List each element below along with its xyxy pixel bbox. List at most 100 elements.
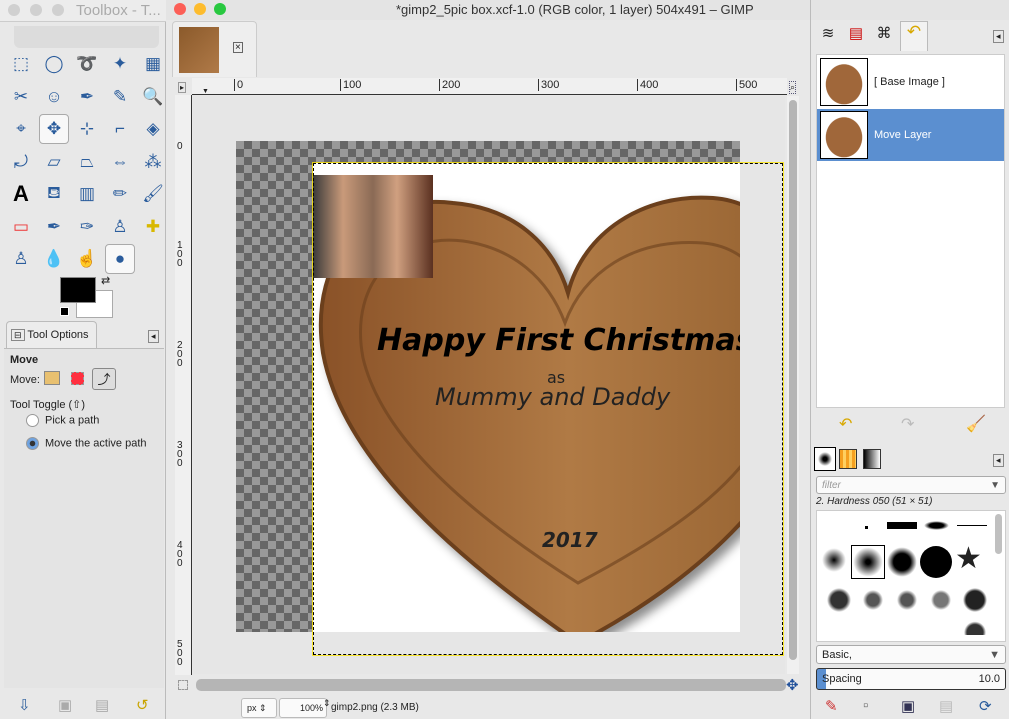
swap-colors-icon[interactable]: ⇄ [101, 274, 110, 287]
tab-tool-options[interactable]: ⊟ Tool Options [6, 321, 97, 349]
tool-paths[interactable]: ✒ [72, 82, 102, 112]
tool-perspective[interactable]: ⏢ [72, 147, 102, 177]
tool-heal[interactable]: ✚ [138, 212, 168, 242]
move-layer-icon[interactable] [44, 371, 60, 385]
history-item[interactable]: [ Base Image ] [817, 55, 1004, 109]
tool-text[interactable]: A [6, 179, 36, 209]
undo-button[interactable]: ↶ [839, 414, 852, 434]
tool-scissors[interactable]: ✂ [6, 82, 36, 112]
tab-undo-history[interactable]: ↶ [900, 21, 928, 51]
clear-history-button[interactable]: 🧹 [966, 414, 986, 434]
spacing-spinner[interactable]: Spacing 10.0 [816, 668, 1006, 690]
new-brush-icon[interactable]: ▫ [863, 697, 868, 714]
tool-paintbrush[interactable]: 🖌 [138, 179, 168, 209]
brush-tag-select[interactable]: Basic, ▼ [816, 645, 1006, 664]
default-colors-icon[interactable] [60, 307, 69, 316]
move-path-icon[interactable]: ⤴ [92, 368, 116, 390]
minimize-button[interactable] [194, 3, 206, 15]
tab-brushes[interactable] [814, 447, 836, 471]
toolbox-title: Toolbox - T... [76, 2, 161, 19]
tool-align[interactable]: ⊹ [72, 114, 102, 144]
tool-crop[interactable]: ⌐ [105, 114, 135, 144]
image-thumbnail [179, 27, 219, 73]
tool-airbrush[interactable]: ✒ [39, 212, 69, 242]
reset-tool-options-icon[interactable]: ↺ [136, 696, 149, 714]
toggle-quick-mask-icon[interactable] [178, 680, 188, 690]
navigate-icon[interactable]: ✥ [786, 676, 799, 694]
zoom-to-window-icon[interactable]: ⌕ [789, 81, 797, 94]
tab-channels[interactable]: ▤ [843, 24, 869, 50]
option-label: Pick a path [45, 414, 100, 427]
tab-paths[interactable]: ⌘ [871, 24, 897, 50]
tool-shear[interactable]: ▱ [39, 147, 69, 177]
tool-measure[interactable]: ⌖ [6, 114, 36, 144]
tool-blur[interactable]: 💧 [39, 244, 69, 274]
move-selection-icon[interactable] [71, 372, 84, 385]
filter-placeholder: filter [822, 480, 841, 491]
toolbox-window: Toolbox - T... ⬚ ◯ ➰ ✦ ▦ ✂ ☺ ✒ ✎ 🔍 ⌖ ✥ ⊹ ⌐ ◈ ⤾ ▱ ⏢ ⇔ ⁂ A ⛾ ▥ ✏ 🖌… [0, 0, 166, 719]
tool-blend[interactable]: ▥ [72, 179, 102, 209]
tool-fuzzy-select[interactable]: ✦ [105, 49, 135, 79]
zoom-value: 100% [299, 703, 323, 713]
tool-move[interactable]: ✥ [39, 114, 69, 144]
brush-grid[interactable]: ★ [816, 510, 1006, 642]
panel-menu-button[interactable]: ◂ [993, 454, 1004, 467]
tab-patterns[interactable] [839, 449, 857, 469]
ruler-label: 300 [177, 440, 183, 469]
tool-foreground-select[interactable]: ☺ [39, 82, 69, 112]
tool-bucket-fill[interactable]: ⛾ [39, 179, 69, 209]
radio-move-active-path[interactable]: Move the active path [26, 437, 147, 450]
close-button[interactable] [174, 3, 186, 15]
brush-filter-input[interactable]: filter ▼ [816, 476, 1006, 494]
duplicate-brush-icon[interactable]: ▣ [901, 697, 915, 715]
vertical-scrollbar[interactable] [787, 96, 799, 674]
tab-gradients[interactable] [863, 449, 881, 469]
tool-pencil[interactable]: ✏ [105, 179, 135, 209]
tool-rect-select[interactable]: ⬚ [6, 49, 36, 79]
panel-menu-button[interactable]: ◂ [148, 330, 159, 343]
zoom-spinner[interactable]: ⇕ [323, 698, 331, 709]
edit-brush-icon[interactable]: ✎ [825, 697, 838, 715]
canvas[interactable]: Happy First Christmas as Mummy and Daddy… [193, 96, 785, 674]
tool-clone[interactable]: ♙ [105, 212, 135, 242]
quick-mask-button[interactable]: ▸ [178, 82, 187, 93]
tool-cage-transform[interactable]: ⁂ [138, 147, 168, 177]
horizontal-scrollbar[interactable] [196, 679, 786, 691]
tool-eraser[interactable]: ▭ [6, 212, 36, 242]
image-tab[interactable]: × [172, 21, 257, 77]
history-item-selected[interactable]: Move Layer [817, 109, 1004, 161]
option-label: Move the active path [45, 437, 147, 450]
unit-select[interactable]: px ⇕ [241, 698, 277, 718]
tool-free-select[interactable]: ➰ [72, 49, 102, 79]
unit-value: px [247, 703, 257, 713]
radio-pick-a-path[interactable]: Pick a path [26, 414, 99, 427]
refresh-brushes-icon[interactable]: ⟳ [979, 697, 992, 715]
close-tab-icon[interactable]: × [233, 42, 243, 53]
tool-rotate[interactable]: ⤾ [6, 147, 36, 177]
tool-select-by-color[interactable]: ▦ [138, 49, 168, 79]
tool-flip[interactable]: ⇔ [105, 147, 135, 177]
tool-perspective-clone[interactable]: ♙ [6, 244, 36, 274]
tool-smudge[interactable]: ☝ [72, 244, 102, 274]
tab-layers[interactable]: ≋ [815, 24, 841, 50]
zoom-button[interactable] [214, 3, 226, 15]
spacing-value: 10.0 [978, 673, 1000, 685]
window-title: *gimp2_5pic box.xcf-1.0 (RGB color, 1 la… [396, 2, 754, 17]
zoom-select[interactable]: 100% [279, 698, 327, 718]
ruler-label: 500 [736, 79, 757, 91]
tool-ellipse-select[interactable]: ◯ [39, 49, 69, 79]
redo-button: ↷ [901, 416, 915, 433]
tool-unified-transform[interactable]: ◈ [138, 114, 168, 144]
save-tool-options-icon[interactable]: ⇩ [18, 696, 31, 714]
tool-color-picker[interactable]: ✎ [105, 82, 135, 112]
tool-dodge-burn[interactable]: ● [105, 244, 135, 274]
tool-toggle-label: Tool Toggle (⇧) [10, 399, 86, 411]
brush-scrollbar[interactable] [995, 514, 1002, 554]
minimize-button[interactable] [30, 4, 42, 16]
tool-ink[interactable]: ✑ [72, 212, 102, 242]
panel-menu-button[interactable]: ◂ [993, 30, 1004, 43]
tool-zoom[interactable]: 🔍 [138, 82, 168, 112]
foreground-color[interactable] [60, 277, 96, 303]
zoom-button[interactable] [52, 4, 64, 16]
close-button[interactable] [8, 4, 20, 16]
